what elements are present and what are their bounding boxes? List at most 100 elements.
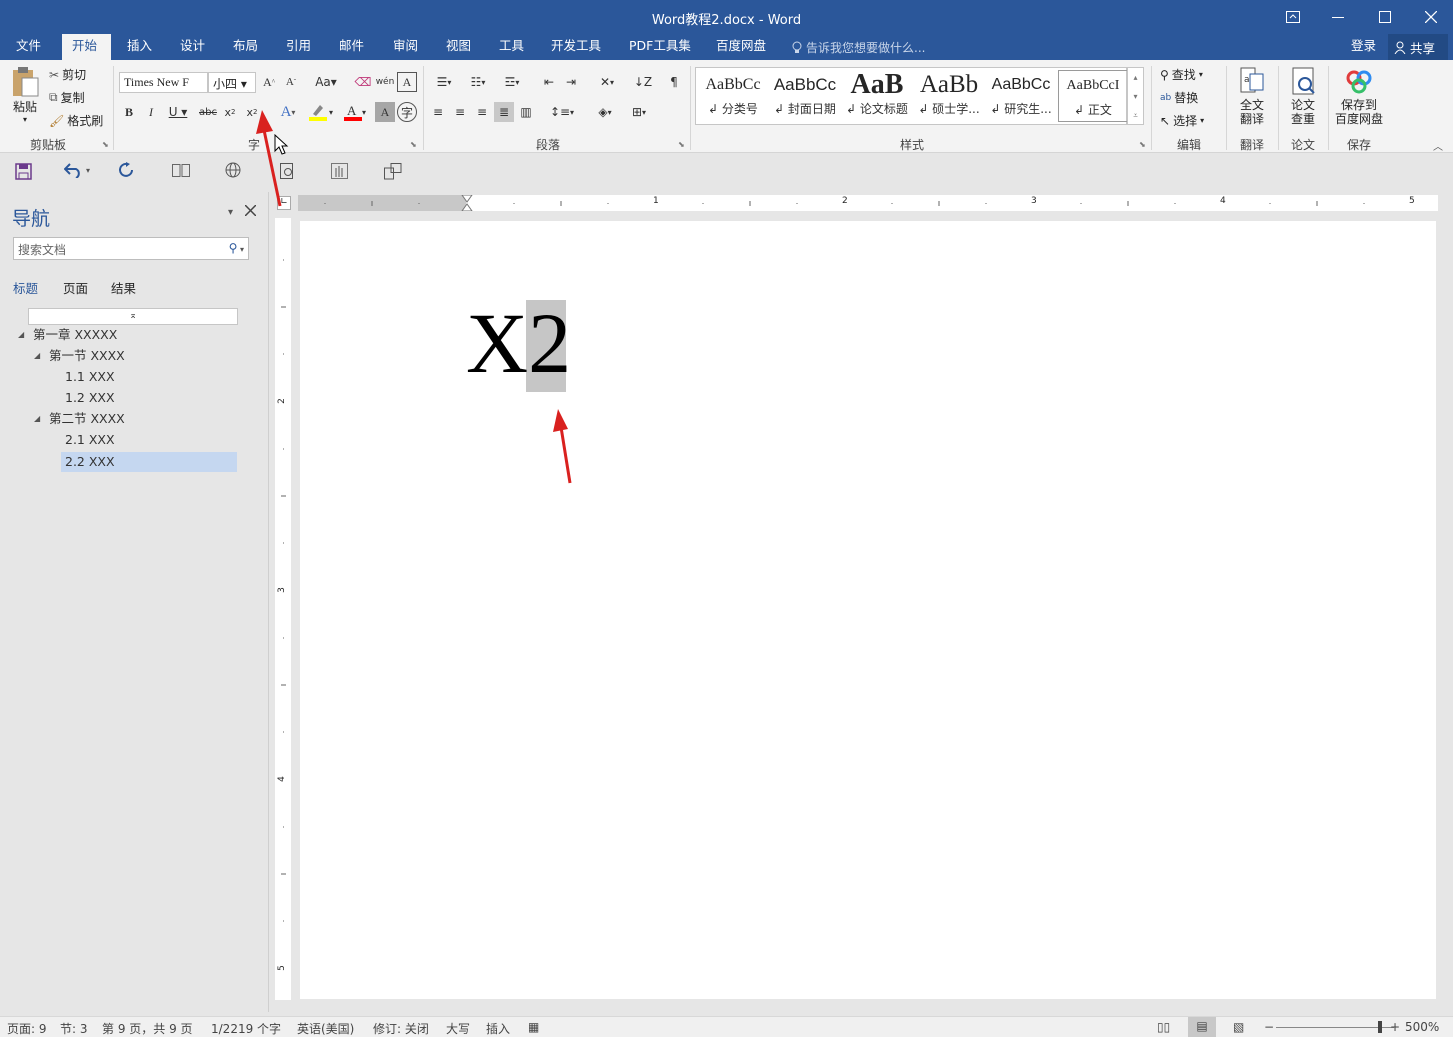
sort-icon[interactable]: ↓Z xyxy=(633,72,653,92)
status-caps[interactable]: 大写 xyxy=(446,1020,470,1037)
horizontal-ruler[interactable]: 1 2 3 4 5 xyxy=(298,195,1438,211)
decrease-indent-icon[interactable]: ⇤ xyxy=(539,72,559,92)
select-button[interactable]: ↖ 选择 ▾ xyxy=(1160,112,1204,129)
style-item-graduate[interactable]: AaBbCc ↲ 研究生... xyxy=(986,70,1056,122)
chinese-layout-icon[interactable]: ✕ ▾ xyxy=(592,72,622,92)
increase-indent-icon[interactable]: ⇥ xyxy=(561,72,581,92)
status-page[interactable]: 页面: 9 xyxy=(7,1020,47,1037)
redo-icon[interactable] xyxy=(119,162,135,178)
status-page-count[interactable]: 第 9 页，共 9 页 xyxy=(102,1020,193,1037)
strikethrough-button[interactable]: abc xyxy=(198,102,218,122)
copy-button[interactable]: ⧉ 复制 xyxy=(49,89,85,106)
vertical-ruler[interactable]: 2 3 4 5 xyxy=(275,218,291,1000)
clear-formatting-icon[interactable]: ⌫ xyxy=(353,72,373,92)
multilevel-list-icon[interactable]: ☲ ▾ xyxy=(497,72,527,92)
save-icon[interactable] xyxy=(15,163,32,180)
paste-button[interactable]: 粘贴 ▾ xyxy=(8,66,42,130)
underline-button[interactable]: U ▾ xyxy=(163,102,193,122)
macro-record-icon[interactable]: ▦ xyxy=(528,1020,539,1034)
save-to-netdisk-button[interactable]: 保存到 百度网盘 xyxy=(1333,66,1385,126)
align-left-icon[interactable]: ≡ xyxy=(428,102,448,122)
zoom-level[interactable]: 500% xyxy=(1405,1020,1439,1034)
highlight-color-button[interactable]: ▾ xyxy=(306,102,336,122)
tell-me-search[interactable]: 告诉我您想要做什么... xyxy=(792,39,925,56)
tab-design[interactable]: 设计 xyxy=(170,34,215,60)
tab-file[interactable]: 文件 xyxy=(6,34,51,60)
status-language[interactable]: 英语(美国) xyxy=(297,1020,354,1037)
heading-section-1[interactable]: 第一节 XXXX xyxy=(49,346,125,366)
font-size-dropdown[interactable]: 小四 ▾ xyxy=(208,72,256,93)
show-marks-icon[interactable]: ¶ xyxy=(664,72,684,92)
styles-launcher-icon[interactable]: ⬊ xyxy=(1139,140,1146,149)
paragraph-launcher-icon[interactable]: ⬊ xyxy=(678,140,685,149)
document-text[interactable]: X2 xyxy=(466,293,571,393)
compare-icon[interactable] xyxy=(384,163,402,180)
tab-tools[interactable]: 工具 xyxy=(489,34,534,60)
status-insert-mode[interactable]: 插入 xyxy=(486,1020,510,1037)
heading-1-2[interactable]: 1.2 XXX xyxy=(65,388,115,408)
web-layout-icon[interactable] xyxy=(224,162,242,179)
tab-layout[interactable]: 布局 xyxy=(223,34,268,60)
shading-icon[interactable]: ◈ ▾ xyxy=(590,102,620,122)
subscript-button[interactable]: x2 xyxy=(220,102,240,122)
web-layout-view-icon[interactable]: ▧ xyxy=(1233,1020,1244,1034)
style-item-normal[interactable]: AaBbCcI ↲ 正文 xyxy=(1058,70,1128,122)
character-border-icon[interactable]: A xyxy=(397,72,417,92)
tab-developer[interactable]: 开发工具 xyxy=(541,34,611,60)
search-icon[interactable]: ⚲ ▾ xyxy=(229,241,244,255)
clipboard-launcher-icon[interactable]: ⬊ xyxy=(102,140,109,149)
font-launcher-icon[interactable]: ⬊ xyxy=(410,140,417,149)
style-item-thesis-title[interactable]: AaB ↲ 论文标题 xyxy=(842,70,912,122)
font-name-dropdown[interactable]: Times New F xyxy=(119,72,208,93)
ribbon-display-options-button[interactable] xyxy=(1270,0,1316,34)
collapse-ribbon-icon[interactable]: ︿ xyxy=(1433,138,1443,153)
tab-baidu-netdisk[interactable]: 百度网盘 xyxy=(706,34,776,60)
tab-home[interactable]: 开始 xyxy=(62,34,111,60)
login-link[interactable]: 登录 xyxy=(1341,34,1386,60)
borders-icon[interactable]: ⊞ ▾ xyxy=(624,102,654,122)
line-spacing-icon[interactable]: ↕≡ ▾ xyxy=(547,102,577,122)
justify-icon[interactable]: ≣ xyxy=(494,102,514,122)
tab-view[interactable]: 视图 xyxy=(436,34,481,60)
distributed-icon[interactable]: ▥ xyxy=(516,102,536,122)
numbering-icon[interactable]: ☷ ▾ xyxy=(463,72,493,92)
status-section[interactable]: 节: 3 xyxy=(60,1020,88,1037)
nav-options-icon[interactable]: ▾ xyxy=(228,207,233,218)
tab-mailings[interactable]: 邮件 xyxy=(329,34,374,60)
maximize-button[interactable] xyxy=(1362,0,1408,34)
style-item-cover-date[interactable]: AaBbCc ↲ 封面日期 xyxy=(770,70,840,122)
italic-button[interactable]: I xyxy=(141,102,161,122)
enclose-characters-icon[interactable]: 字 xyxy=(397,102,417,122)
expand-triangle-icon[interactable]: ◢ xyxy=(34,351,40,360)
tab-review[interactable]: 审阅 xyxy=(383,34,428,60)
touch-mode-icon[interactable] xyxy=(331,163,349,180)
zoom-in-icon[interactable]: + xyxy=(1390,1020,1400,1034)
tab-pdf-tools[interactable]: PDF工具集 xyxy=(619,34,701,60)
search-input[interactable]: 搜索文档 ⚲ ▾ xyxy=(13,237,249,260)
share-button[interactable]: 共享 xyxy=(1388,34,1448,60)
styles-scroll[interactable]: ▴ ▾ ⩡ xyxy=(1127,67,1144,125)
minimize-button[interactable] xyxy=(1315,0,1361,34)
font-color-button[interactable]: A ▾ xyxy=(340,102,370,122)
nav-tab-pages[interactable]: 页面 xyxy=(63,278,88,297)
align-right-icon[interactable]: ≡ xyxy=(472,102,492,122)
nav-tab-results[interactable]: 结果 xyxy=(111,278,136,297)
read-mode-icon[interactable] xyxy=(172,164,190,177)
find-button[interactable]: ⚲ 查找 ▾ xyxy=(1160,66,1203,83)
collapse-all-button[interactable]: ⌅ xyxy=(28,308,238,325)
full-translate-button[interactable]: a 全文 翻译 xyxy=(1233,66,1271,126)
close-button[interactable] xyxy=(1408,0,1453,34)
shrink-font-icon[interactable]: Aˇ xyxy=(281,72,301,92)
phonetic-guide-icon[interactable]: wén xyxy=(375,72,395,92)
zoom-slider-thumb[interactable] xyxy=(1378,1021,1382,1033)
heading-1-1[interactable]: 1.1 XXX xyxy=(65,367,115,387)
document-page[interactable]: X2 xyxy=(300,221,1436,999)
format-painter-button[interactable]: 🖌 格式刷 xyxy=(49,112,103,129)
print-layout-view-icon[interactable]: ▤ xyxy=(1188,1017,1216,1037)
status-track-changes[interactable]: 修订: 关闭 xyxy=(373,1020,429,1037)
nav-tab-headings[interactable]: 标题 xyxy=(13,278,38,297)
cut-button[interactable]: ✂ 剪切 xyxy=(49,66,86,83)
bullets-icon[interactable]: ☰ ▾ xyxy=(429,72,459,92)
tab-references[interactable]: 引用 xyxy=(276,34,321,60)
grow-font-icon[interactable]: A ^ xyxy=(259,72,279,92)
